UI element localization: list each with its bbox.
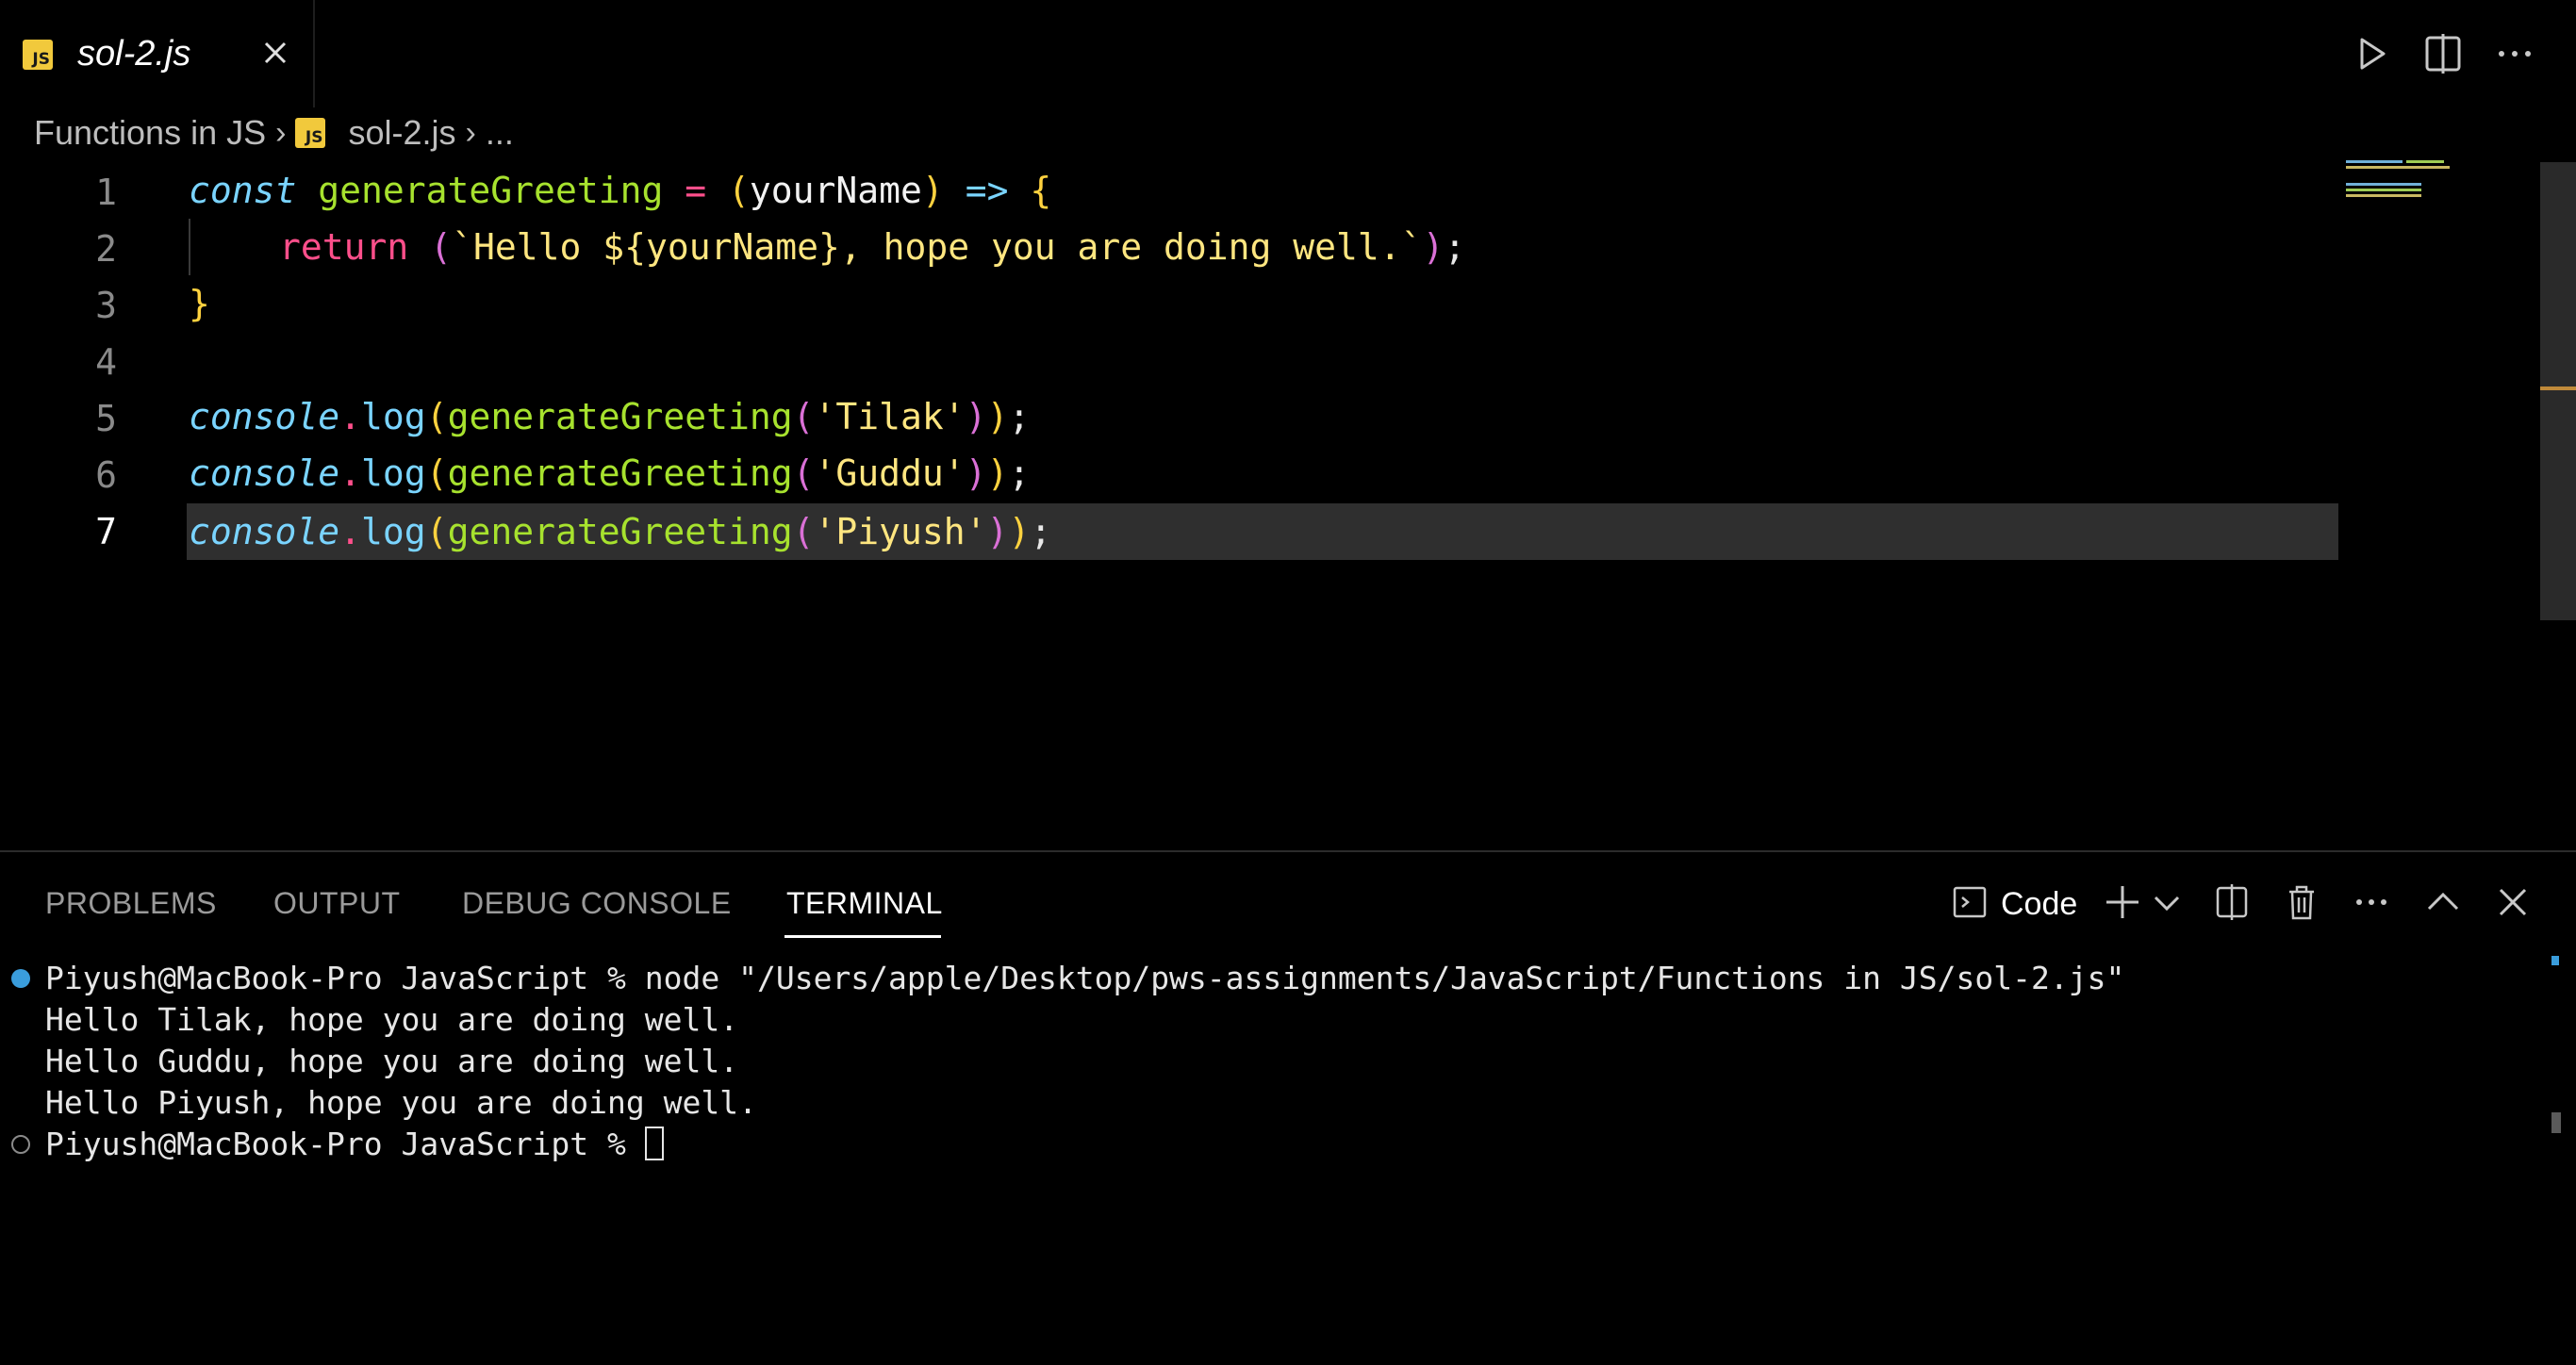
indent-guide — [189, 219, 190, 275]
new-terminal-icon[interactable] — [2101, 880, 2144, 924]
code-token: console — [189, 452, 340, 494]
code-token: log — [361, 396, 426, 437]
chevron-down-icon[interactable] — [2148, 880, 2186, 924]
maximize-panel-icon[interactable] — [2421, 880, 2465, 924]
code-token: 'Piyush' — [814, 511, 987, 552]
scrollbar-cursor-marker — [2540, 386, 2576, 390]
code-line[interactable] — [0, 332, 2338, 388]
code-token: console — [189, 396, 340, 437]
code-token: ) — [921, 170, 944, 211]
tab-output[interactable]: OUTPUT — [273, 886, 401, 921]
close-panel-icon[interactable] — [2491, 880, 2535, 924]
line-number-active: 7 — [95, 511, 117, 552]
javascript-file-icon: JS — [23, 40, 53, 70]
code-token: => — [965, 170, 1009, 211]
terminal-line: Piyush@MacBook-Pro JavaScript % node "/U… — [45, 960, 2125, 996]
close-icon[interactable] — [258, 36, 292, 70]
code-token: log — [361, 452, 426, 494]
code-token: generateGreeting — [447, 511, 793, 552]
editor-tab-bar: JS sol-2.js — [0, 0, 2576, 107]
trash-icon[interactable] — [2280, 880, 2323, 924]
tab-sol-2-js[interactable]: JS sol-2.js — [0, 0, 315, 107]
code-token: log — [361, 511, 426, 552]
chevron-right-icon: › — [275, 114, 287, 151]
code-line-current[interactable]: console.log(generateGreeting('Piyush')); — [187, 503, 2338, 560]
split-editor-icon[interactable] — [2419, 30, 2467, 77]
terminal-line: Hello Guddu, hope you are doing well. — [45, 1043, 739, 1079]
tab-terminal[interactable]: TERMINAL — [786, 886, 943, 921]
code-token: return — [279, 226, 409, 268]
tab-debug-console[interactable]: DEBUG CONSOLE — [462, 886, 732, 921]
prompt-text: Piyush@MacBook-Pro JavaScript % — [45, 1126, 645, 1162]
code-token: { — [1030, 170, 1052, 211]
terminal-scrollbar[interactable] — [2551, 1112, 2561, 1133]
code-token: const — [189, 170, 297, 211]
code-token: yourName — [749, 170, 922, 211]
code-token: ( — [430, 226, 453, 268]
code-line[interactable]: console.log(generateGreeting('Guddu')); — [0, 445, 2338, 502]
code-editor[interactable]: 1 const generateGreeting = (yourName) =>… — [0, 162, 2576, 848]
code-token: generateGreeting — [318, 170, 664, 211]
code-token: 'Guddu' — [814, 452, 966, 494]
tab-problems[interactable]: PROBLEMS — [45, 886, 217, 921]
code-token: ( — [728, 170, 750, 211]
terminal-scroll-marker — [2551, 956, 2559, 965]
minimap[interactable] — [2344, 160, 2467, 198]
split-terminal-icon[interactable] — [2210, 880, 2254, 924]
breadcrumb-file[interactable]: sol-2.js — [348, 113, 455, 153]
code-line[interactable]: return (`Hello ${yourName}, hope you are… — [0, 219, 2338, 275]
code-token: = — [685, 170, 707, 211]
chevron-right-icon: › — [465, 114, 476, 151]
run-icon[interactable] — [2348, 30, 2395, 77]
active-tab-indicator — [784, 935, 941, 938]
code-token: 'Tilak' — [814, 396, 966, 437]
terminal-name[interactable]: Code — [2001, 886, 2077, 923]
editor-scrollbar[interactable] — [2540, 162, 2576, 620]
more-actions-icon[interactable] — [2491, 30, 2538, 77]
terminal-cursor — [644, 1127, 664, 1160]
code-token: generateGreeting — [447, 396, 793, 437]
code-line[interactable]: } — [0, 275, 2338, 332]
terminal-line: Hello Piyush, hope you are doing well. — [45, 1084, 757, 1121]
terminal-prompt[interactable]: Piyush@MacBook-Pro JavaScript % — [45, 1126, 664, 1162]
terminal-line: Hello Tilak, hope you are doing well. — [45, 1001, 739, 1038]
code-line[interactable]: const generateGreeting = (yourName) => { — [0, 162, 2338, 219]
code-token: console — [189, 511, 340, 552]
javascript-file-icon: JS — [295, 118, 326, 148]
breadcrumb-symbols[interactable]: ... — [486, 113, 514, 153]
command-pending-icon — [11, 1135, 30, 1154]
code-token: `Hello ${yourName}, hope you are doing w… — [452, 226, 1423, 268]
more-actions-icon[interactable] — [2350, 880, 2393, 924]
breadcrumb: Functions in JS › JS sol-2.js › ... — [34, 111, 514, 155]
code-token: ) — [1422, 226, 1445, 268]
tab-label: sol-2.js — [77, 34, 191, 74]
breadcrumb-folder[interactable]: Functions in JS — [34, 113, 266, 153]
command-success-icon — [11, 969, 30, 988]
code-token: } — [189, 283, 210, 324]
terminal-icon — [1953, 886, 1987, 918]
code-token: generateGreeting — [447, 452, 793, 494]
code-line[interactable]: console.log(generateGreeting('Tilak')); — [0, 388, 2338, 445]
code-token: ; — [1444, 226, 1466, 268]
